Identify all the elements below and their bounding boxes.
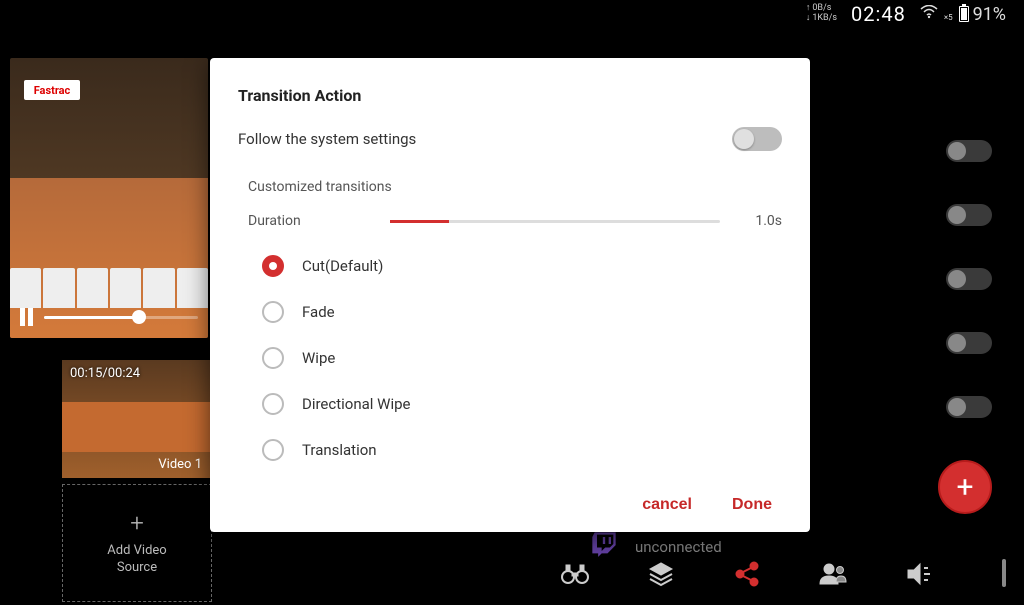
battery-percent: 91% — [973, 4, 1006, 25]
side-toggle-2[interactable] — [946, 204, 992, 226]
side-toggle-3[interactable] — [946, 268, 992, 290]
duration-value: 1.0s — [742, 213, 782, 229]
clock: 02:48 — [851, 2, 906, 26]
plus-icon: + — [130, 509, 144, 537]
nav-share-icon[interactable] — [732, 559, 762, 589]
bottom-nav — [560, 559, 934, 589]
battery-icon — [959, 6, 969, 22]
nav-layers-icon[interactable] — [646, 559, 676, 589]
dialog-title: Transition Action — [238, 86, 782, 105]
follow-system-toggle[interactable] — [732, 127, 782, 151]
option-label: Wipe — [302, 349, 335, 367]
connection-status: unconnected — [635, 538, 722, 556]
progress-track[interactable] — [44, 316, 198, 319]
duration-slider-fill — [390, 220, 449, 223]
play-controls — [20, 308, 198, 326]
duration-slider[interactable] — [390, 220, 720, 223]
option-label: Cut(Default) — [302, 257, 383, 275]
video-preview[interactable]: Fastrac — [10, 58, 208, 338]
option-directional-wipe[interactable]: Directional Wipe — [262, 385, 782, 423]
progress-thumb[interactable] — [132, 310, 146, 324]
duration-label: Duration — [248, 213, 368, 229]
option-label: Directional Wipe — [302, 395, 411, 413]
source-label: Video 1 — [158, 457, 202, 472]
status-icons: ×5 91% — [920, 4, 1006, 25]
wifi-sub: ×5 — [944, 13, 953, 22]
source-tiles: 00:15/00:24 Video 1 — [62, 360, 212, 478]
option-label: Translation — [302, 441, 377, 459]
option-fade[interactable]: Fade — [262, 293, 782, 331]
plus-icon: + — [956, 470, 973, 505]
customized-transitions-label: Customized transitions — [248, 179, 782, 195]
cancel-button[interactable]: cancel — [642, 496, 692, 514]
radio-icon — [262, 439, 284, 461]
network-speed: ↑0B/s ↓1KB/s — [806, 4, 837, 24]
source-timecode: 00:15/00:24 — [70, 366, 140, 381]
preview-banner: Fastrac — [24, 80, 80, 100]
right-toggle-stack — [946, 140, 992, 418]
add-source-label: Add Video Source — [107, 543, 166, 577]
follow-system-label: Follow the system settings — [238, 130, 416, 148]
option-translation[interactable]: Translation — [262, 431, 782, 469]
option-label: Fade — [302, 303, 335, 321]
nav-binoculars-icon[interactable] — [560, 559, 590, 589]
progress-fill — [44, 316, 139, 319]
radio-icon — [262, 347, 284, 369]
nav-people-icon[interactable] — [818, 559, 848, 589]
preview-chairs — [10, 268, 208, 308]
transition-options: Cut(Default) Fade Wipe Directional Wipe … — [262, 247, 782, 469]
add-video-source-tile[interactable]: + Add Video Source — [62, 484, 212, 602]
wifi-icon — [920, 5, 938, 23]
source-tile-video1[interactable]: 00:15/00:24 Video 1 — [62, 360, 212, 478]
record-fab[interactable]: + — [938, 460, 992, 514]
transition-action-dialog: Transition Action Follow the system sett… — [210, 58, 810, 532]
done-button[interactable]: Done — [732, 496, 772, 514]
radio-icon — [262, 301, 284, 323]
option-wipe[interactable]: Wipe — [262, 339, 782, 377]
nav-volume-icon[interactable] — [904, 559, 934, 589]
radio-icon — [262, 393, 284, 415]
twitch-icon — [590, 530, 618, 558]
status-bar: ↑0B/s ↓1KB/s 02:48 ×5 91% — [788, 0, 1024, 28]
side-toggle-5[interactable] — [946, 396, 992, 418]
nav-handle[interactable] — [1002, 559, 1006, 587]
option-cut[interactable]: Cut(Default) — [262, 247, 782, 285]
pause-button[interactable] — [20, 308, 34, 326]
radio-icon — [262, 255, 284, 277]
side-toggle-1[interactable] — [946, 140, 992, 162]
side-toggle-4[interactable] — [946, 332, 992, 354]
